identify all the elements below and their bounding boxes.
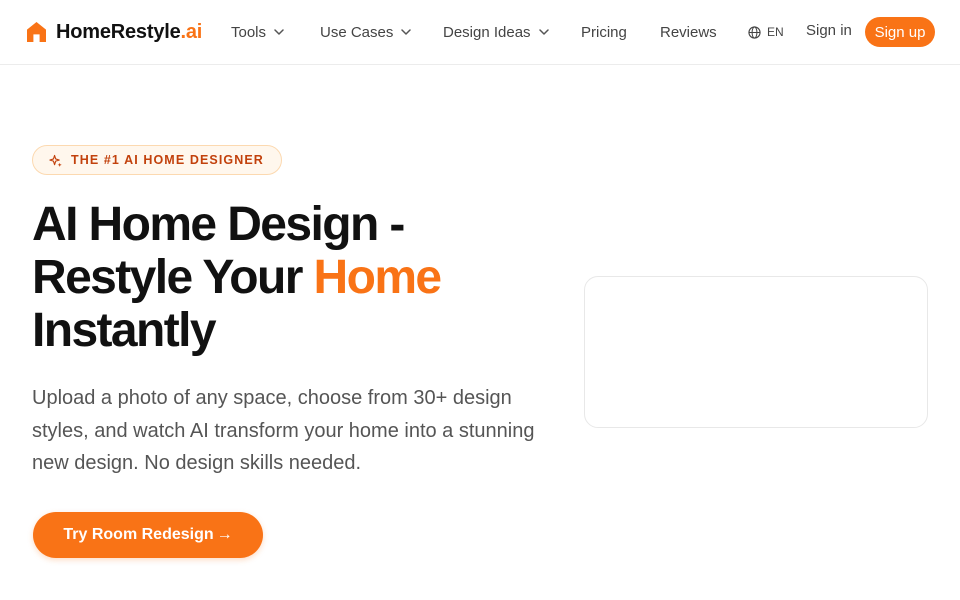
- nav-tools-label: Tools: [231, 23, 267, 41]
- badge-label: THE #1 AI HOME DESIGNER: [71, 153, 264, 167]
- hero-headline: AI Home Design - Restyle Your Home Insta…: [32, 198, 552, 357]
- house-icon: [27, 22, 46, 42]
- arrow-right-icon: →: [216, 526, 233, 543]
- nav-tools[interactable]: Tools: [231, 22, 284, 42]
- headline-line-3: Instantly: [32, 304, 217, 357]
- brand-name: HomeRestyle.ai: [56, 20, 203, 43]
- headline-accent: Home: [313, 251, 443, 304]
- try-room-redesign-button[interactable]: Try Room Redesign →: [33, 512, 263, 558]
- nav-design-ideas[interactable]: Design Ideas: [443, 22, 549, 42]
- nav-reviews[interactable]: Reviews: [660, 22, 717, 42]
- nav-use-cases-label: Use Cases: [320, 23, 394, 41]
- nav-pricing[interactable]: Pricing: [581, 22, 627, 42]
- cta-label: Try Room Redesign: [63, 526, 214, 543]
- language-selector[interactable]: EN: [748, 24, 784, 40]
- signin-link[interactable]: Sign in: [806, 22, 852, 39]
- sparkles-icon: [49, 154, 62, 167]
- nav-pricing-label: Pricing: [581, 23, 627, 41]
- chevron-down-icon: [401, 29, 412, 35]
- brand-logo[interactable]: HomeRestyle.ai: [26, 19, 202, 45]
- chevron-down-icon: [274, 29, 284, 35]
- headline-line-2: Restyle Your: [32, 251, 314, 304]
- signup-button[interactable]: Sign up: [865, 17, 935, 47]
- brand-suffix: .ai: [180, 20, 203, 43]
- hero-badge: THE #1 AI HOME DESIGNER: [32, 145, 282, 175]
- language-code: EN: [767, 25, 784, 39]
- hero-subtitle: Upload a photo of any space, choose from…: [32, 387, 535, 474]
- nav-reviews-label: Reviews: [660, 23, 717, 41]
- nav-design-ideas-label: Design Ideas: [443, 23, 531, 41]
- chevron-down-icon: [538, 29, 549, 35]
- top-navbar: HomeRestyle.ai Tools Use Cases Design Id…: [0, 0, 960, 65]
- nav-use-cases[interactable]: Use Cases: [320, 22, 412, 42]
- headline-line-1: AI Home Design -: [32, 198, 405, 251]
- globe-icon: [748, 25, 761, 39]
- preview-card: [584, 276, 928, 428]
